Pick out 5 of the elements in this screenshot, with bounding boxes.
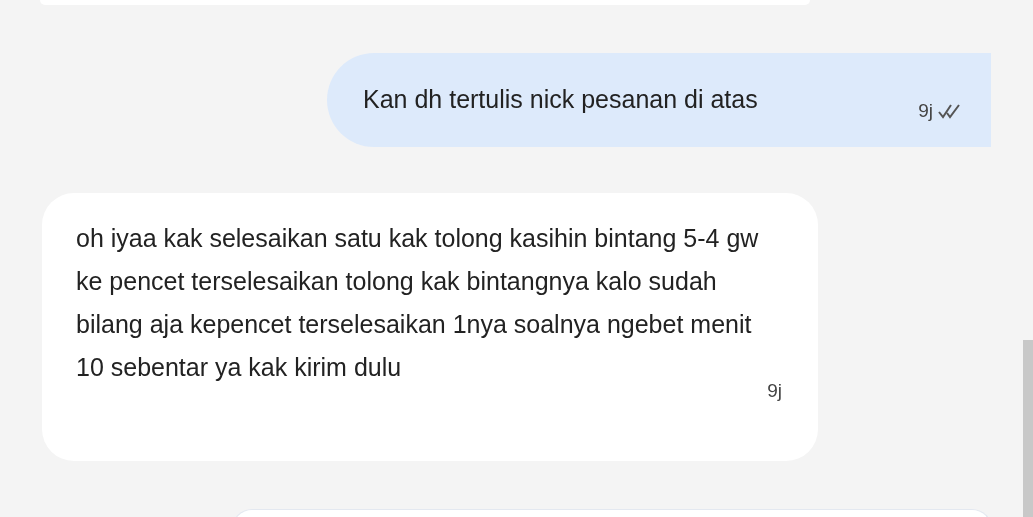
message-text: oh iyaa kak selesaikan satu kak tolong kasihin bintang 5-4 gw ke pencet terselesaikan tolong kak bintangnya kalo sudah bilang aja kepencet terselesaikan 1nya soalnya ngebet menit 10 sebentar ya kak kirim dulu: [76, 223, 760, 383]
message-text: Kan dh tertulis nick pesanan di atas: [363, 84, 758, 116]
message-time: 9j: [918, 98, 933, 123]
scrollbar[interactable]: [1023, 340, 1033, 517]
message-time: 9j: [767, 379, 782, 403]
